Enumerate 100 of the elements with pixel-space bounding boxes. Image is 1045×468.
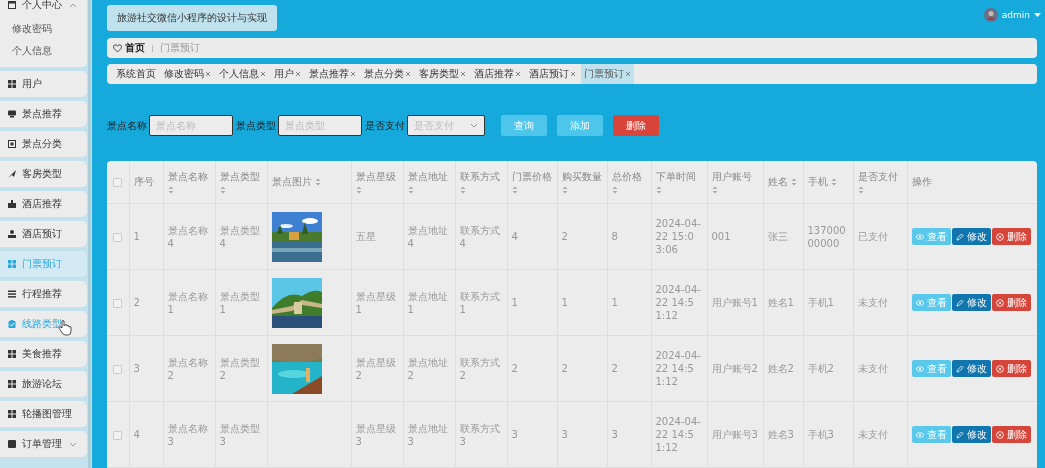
table-cell: 景点地址3 (407, 422, 448, 447)
table-cell: 用户账号1 (711, 297, 758, 308)
edit-button[interactable]: 修改 (951, 360, 991, 377)
field-label: 是否支付 (365, 118, 405, 133)
checkbox[interactable] (113, 298, 123, 308)
grid-icon (8, 80, 16, 88)
column-header[interactable]: 下单时间 (655, 169, 696, 184)
table-cell: 2024-04-22 14:51:12 (655, 416, 701, 453)
tab[interactable]: 酒店预订 (526, 64, 579, 84)
column-header[interactable]: 手机 (807, 175, 828, 189)
table-cell: 五星 (355, 231, 376, 242)
tab[interactable]: 酒店推荐 (471, 64, 524, 84)
pencil-icon (955, 298, 964, 307)
column-header[interactable]: 景点类型 (219, 169, 260, 184)
menu-item[interactable]: 景点推荐 (0, 101, 87, 127)
menu-item[interactable]: 用户 (0, 71, 87, 97)
table-cell: 景点名称1 (167, 290, 208, 315)
menu-item[interactable]: 客房类型 (0, 161, 87, 187)
table-cell: 景点类型1 (219, 290, 260, 315)
column-header[interactable]: 门票价格 (511, 169, 552, 184)
delete-button[interactable]: 删除 (991, 426, 1031, 443)
menu-item[interactable]: 订单管理 (0, 431, 87, 457)
column-header[interactable]: 购买数量 (561, 169, 602, 184)
table-cell: 2 (511, 363, 518, 374)
table-cell: 未支付 (857, 363, 888, 374)
clipboard-icon (8, 320, 16, 328)
square-icon (8, 440, 16, 448)
menu-item[interactable]: 轮播图管理 (0, 401, 87, 427)
table-cell: 1 (511, 297, 518, 308)
tab[interactable]: 系统首页 (113, 64, 159, 84)
column-header[interactable]: 总价格 (611, 169, 642, 184)
table-cell: 用户账号3 (711, 429, 758, 440)
table-cell: 4 (511, 231, 518, 242)
table-cell: 景点名称2 (167, 356, 208, 381)
column-header[interactable]: 景点地址 (407, 169, 448, 184)
delete-button[interactable]: 删除 (991, 228, 1031, 245)
breadcrumb-current: 门票预订 (160, 41, 200, 55)
checkbox[interactable] (113, 178, 123, 187)
table-cell: 景点地址1 (407, 290, 448, 315)
tab[interactable]: 景点推荐 (306, 64, 359, 84)
app-title: 旅游社交微信小程序的设计与实现 (107, 5, 277, 31)
table-cell: 8 (611, 231, 618, 242)
tab[interactable]: 客房类型 (416, 64, 469, 84)
checkbox[interactable] (113, 430, 123, 440)
tab[interactable]: 景点分类 (361, 64, 414, 84)
table-cell: 已支付 (857, 231, 888, 242)
field-label: 景点类型 (236, 118, 276, 133)
grid-icon (8, 350, 16, 358)
tab[interactable]: 修改密码 (161, 64, 214, 84)
tab[interactable]: 门票预订 (581, 64, 634, 84)
eye-icon (915, 430, 924, 439)
table-cell: 1 (561, 297, 568, 308)
column-header[interactable]: 景点名称 (167, 169, 208, 184)
table-cell: 联系方式1 (459, 290, 500, 315)
checkbox[interactable] (113, 364, 123, 374)
table-cell: 景点地址4 (407, 224, 448, 249)
column-header[interactable]: 操作 (911, 175, 932, 189)
submenu-item[interactable]: 个人信息 (0, 40, 87, 62)
edit-button[interactable]: 修改 (951, 294, 991, 311)
table-cell: 2 (133, 297, 140, 308)
edit-button[interactable]: 修改 (951, 228, 991, 245)
cancel-icon (995, 232, 1004, 241)
delete-button[interactable]: 删除 (991, 360, 1031, 377)
column-header[interactable]: 用户账号 (711, 169, 752, 184)
grid-icon (8, 380, 16, 388)
edit-button[interactable]: 修改 (951, 426, 991, 443)
menu-item[interactable]: 线路类型 (0, 311, 87, 337)
column-header[interactable]: 景点图片 (271, 175, 312, 189)
breadcrumb-link[interactable]: 首页 (125, 41, 145, 55)
menu-item[interactable]: 酒店推荐 (0, 191, 87, 217)
checkbox[interactable] (113, 232, 123, 242)
tab[interactable]: 个人信息 (216, 64, 269, 84)
table-cell: 景点名称4 (167, 224, 208, 249)
column-header[interactable]: 景点星级 (355, 169, 396, 184)
table-cell: 3 (133, 363, 140, 374)
menu-item[interactable]: 行程推荐 (0, 281, 87, 307)
table-cell: 3 (561, 429, 568, 440)
delete-button[interactable]: 删除 (613, 115, 659, 136)
menu-item[interactable]: 酒店预订 (0, 221, 87, 247)
column-header[interactable]: 是否支付 (857, 169, 898, 184)
table-cell: 13700000000 (807, 224, 846, 249)
eye-icon (915, 298, 924, 307)
menu-item[interactable]: 美食推荐 (0, 341, 87, 367)
tab[interactable]: 用户 (271, 64, 304, 84)
menu-item[interactable]: 门票预订 (0, 251, 87, 277)
table-cell: 001 (711, 231, 731, 242)
user-name[interactable]: admin (1001, 10, 1030, 20)
menu-item[interactable]: 个人中心 (0, 0, 87, 18)
cancel-icon (995, 364, 1004, 373)
column-header[interactable]: 联系方式 (459, 169, 500, 184)
column-header[interactable]: 姓名 (767, 175, 788, 189)
delete-button[interactable]: 删除 (991, 294, 1031, 311)
box-icon (8, 200, 16, 208)
window-icon (8, 1, 16, 9)
menu-item[interactable]: 旅游论坛 (0, 371, 87, 397)
menu-item[interactable]: 景点分类 (0, 131, 87, 157)
submenu-item[interactable]: 修改密码 (0, 18, 87, 40)
table-cell: 2024-04-22 14:51:12 (655, 284, 701, 321)
column-header[interactable]: 序号 (133, 175, 154, 189)
heart-icon (113, 43, 122, 53)
